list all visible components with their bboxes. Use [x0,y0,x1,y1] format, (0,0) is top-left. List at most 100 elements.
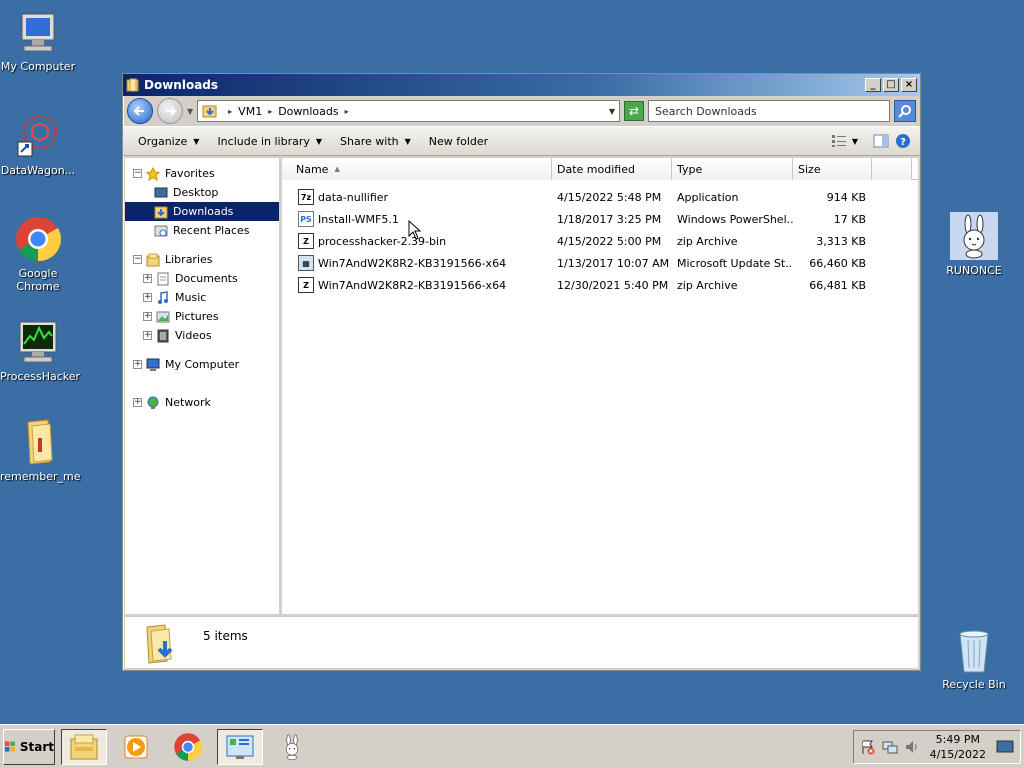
search-input[interactable]: Search Downloads [648,100,890,122]
network-icon [145,395,161,411]
maximize-button[interactable]: □ [883,78,899,92]
zip-icon: Z [298,277,314,293]
refresh-icon: ⇄ [628,104,640,118]
change-view-button[interactable] [830,132,848,150]
nav-desktop[interactable]: Desktop [125,183,279,202]
nav-documents[interactable]: + Documents [125,269,279,288]
bunny-icon [950,212,998,260]
start-button[interactable]: Start [3,728,55,765]
expand-icon[interactable]: + [143,312,152,321]
nav-label: Libraries [165,253,213,266]
desktop-icon-recycle-bin[interactable]: Recycle Bin [936,626,1012,691]
nav-network[interactable]: + Network [125,393,279,412]
nav-favorites[interactable]: − Favorites [125,164,279,183]
include-in-library-button[interactable]: Include in library ▼ [210,133,329,150]
taskbar-runonce[interactable] [269,729,315,765]
chevron-down-icon: ▼ [193,136,200,146]
share-with-button[interactable]: Share with ▼ [333,133,418,150]
preview-pane-button[interactable] [872,132,890,150]
nav-my-computer[interactable]: + My Computer [125,355,279,374]
collapse-icon[interactable]: − [133,169,142,178]
column-header-extra[interactable] [872,158,912,180]
desktop-icon-label: ProcessHacker [0,370,81,383]
close-button[interactable]: × [901,78,917,92]
file-row[interactable]: Z Win7AndW2K8R2-KB3191566-x64 12/30/2021… [282,274,918,296]
view-dropdown-icon[interactable]: ▼ [852,137,858,146]
nav-downloads[interactable]: Downloads [125,202,279,221]
organize-button[interactable]: Organize ▼ [131,133,206,150]
desktop-icon-datawagon[interactable]: DataWagon... [0,112,76,177]
file-name: data-nullifier [318,190,389,204]
column-header-size[interactable]: Size [793,158,872,180]
chevron-down-icon: ▼ [404,136,411,146]
breadcrumb-downloads[interactable]: Downloads [278,105,338,118]
taskbar-chrome[interactable] [165,729,211,765]
collapse-icon[interactable]: − [133,255,142,264]
file-row[interactable]: PS Install-WMF5.1 1/18/2017 3:25 PM Wind… [282,208,918,230]
bunny-icon [285,733,299,760]
action-center-flag-icon[interactable] [860,739,876,755]
svg-text:?: ? [900,137,906,148]
include-in-library-label: Include in library [217,134,310,148]
expand-icon[interactable]: + [143,331,152,340]
nav-recent-places[interactable]: Recent Places [125,221,279,240]
desktop-icon-label: remember_me [0,470,81,483]
expand-icon[interactable]: + [133,398,142,407]
search-button[interactable] [894,100,916,122]
new-folder-label: New folder [428,134,489,148]
taskbar-explorer[interactable] [61,728,107,765]
column-header-type[interactable]: Type [672,158,793,180]
chevron-right-icon[interactable]: ▸ [228,107,232,116]
address-dropdown-icon[interactable]: ▼ [609,107,615,116]
desktop-icon-processhacker[interactable]: ProcessHacker [0,318,81,383]
arrow-left-icon [133,106,144,116]
show-desktop-icon[interactable] [996,739,1014,755]
nav-music[interactable]: + Music [125,288,279,307]
desktop-icon-my-computer[interactable]: My Computer [0,8,76,73]
file-size: 66,481 KB [809,278,866,292]
file-row[interactable]: 7z data-nullifier 4/15/2022 5:48 PM Appl… [282,186,918,208]
windows-logo-icon [4,740,16,752]
file-size: 66,460 KB [809,256,866,270]
share-with-label: Share with [340,134,399,148]
recent-pages-chevron-icon[interactable]: ▼ [187,107,193,116]
desktop-icon-runonce[interactable]: RUNONCE [936,212,1012,277]
network-icon[interactable] [882,739,898,755]
expand-icon[interactable]: + [133,360,142,369]
volume-icon[interactable] [904,739,920,755]
nav-pictures[interactable]: + Pictures [125,307,279,326]
desktop-icon-google-chrome[interactable]: Google Chrome [0,215,76,293]
downloads-folder-icon [153,204,169,220]
chevron-right-icon[interactable]: ▸ [345,107,349,116]
help-button[interactable]: ? [894,132,912,150]
desktop-icon-remember-me[interactable]: remember_me [0,418,81,483]
expand-icon[interactable]: + [143,274,152,283]
title-bar[interactable]: Downloads _ □ × [123,74,920,96]
computer-icon [14,8,62,56]
forward-button[interactable] [157,98,183,124]
expand-icon[interactable]: + [143,293,152,302]
recent-places-icon [153,223,169,239]
nav-videos[interactable]: + Videos [125,326,279,345]
downloads-folder-icon [202,103,218,119]
column-header-date-modified[interactable]: Date modified [552,158,672,180]
file-row[interactable]: Z processhacker-2.39-bin 4/15/2022 5:00 … [282,230,918,252]
nav-label: Videos [175,329,212,342]
back-button[interactable] [127,98,153,124]
taskbar-media-player[interactable] [113,729,159,765]
refresh-button[interactable]: ⇄ [624,101,644,121]
address-bar[interactable]: ▸ VM1 ▸ Downloads ▸ ▼ [197,100,620,122]
breadcrumb-vm1[interactable]: VM1 [238,105,262,118]
new-folder-button[interactable]: New folder [422,133,495,150]
nav-label: Favorites [165,167,215,180]
file-row[interactable]: ▦ Win7AndW2K8R2-KB3191566-x64 1/13/2017 … [282,252,918,274]
chevron-down-icon: ▼ [315,136,323,146]
clock[interactable]: 5:49 PM 4/15/2022 [926,732,990,762]
search-icon [898,105,911,118]
nav-libraries[interactable]: − Libraries [125,250,279,269]
column-header-name[interactable]: Name ▲ [282,158,552,180]
taskbar-control-panel[interactable] [217,728,263,765]
minimize-button[interactable]: _ [865,78,881,92]
file-size: 17 KB [833,212,866,226]
chevron-right-icon[interactable]: ▸ [268,107,272,116]
